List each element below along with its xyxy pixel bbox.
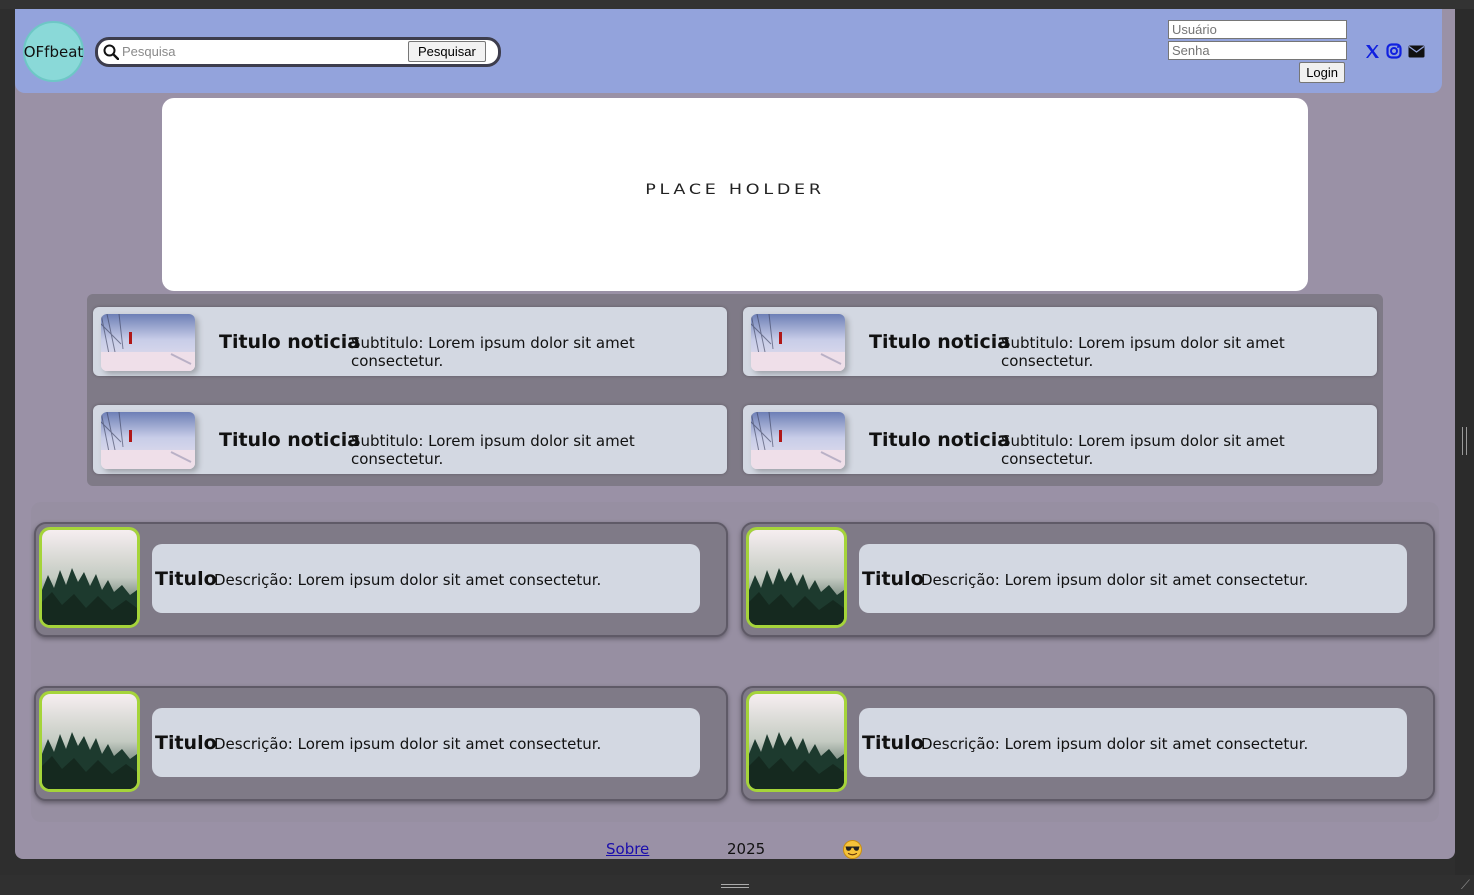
article-thumbnail <box>39 691 140 792</box>
article-body: Titulo Descrição: Lorem ipsum dolor sit … <box>152 708 700 777</box>
devtools-resize-bar[interactable] <box>1455 9 1474 875</box>
username-field[interactable] <box>1168 20 1347 39</box>
news-thumbnail <box>101 314 195 371</box>
banner-placeholder: PLACE HOLDER <box>162 98 1308 291</box>
password-field[interactable] <box>1168 41 1347 60</box>
article-description: Descrição: Lorem ipsum dolor sit amet co… <box>214 571 602 589</box>
news-subtitle: Subtitulo: Lorem ipsum dolor sit amet co… <box>1001 432 1285 468</box>
news-title: Titulo noticia <box>219 331 361 353</box>
resize-handle-icon[interactable] <box>1462 427 1467 455</box>
article-body: Titulo Descrição: Lorem ipsum dolor sit … <box>859 708 1407 777</box>
article-body: Titulo Descrição: Lorem ipsum dolor sit … <box>152 544 700 613</box>
bottom-resize-bar[interactable]: ⟋ <box>0 875 1474 895</box>
search-button[interactable]: Pesquisar <box>408 41 486 62</box>
article-title: Titulo <box>155 732 217 754</box>
site-header: OFfbeat Pesquisar Login <box>15 9 1442 93</box>
news-thumbnail <box>751 314 845 371</box>
article-card[interactable]: Titulo Descrição: Lorem ipsum dolor sit … <box>741 686 1435 801</box>
about-link[interactable]: Sobre <box>606 840 649 858</box>
article-body: Titulo Descrição: Lorem ipsum dolor sit … <box>859 544 1407 613</box>
article-card[interactable]: Titulo Descrição: Lorem ipsum dolor sit … <box>741 522 1435 637</box>
news-title: Titulo noticia <box>869 429 1011 451</box>
articles-section: Titulo Descrição: Lorem ipsum dolor sit … <box>31 502 1439 822</box>
article-thumbnail <box>39 527 140 628</box>
page: OFfbeat Pesquisar Login <box>15 9 1455 859</box>
banner-text: PLACE HOLDER <box>645 182 825 198</box>
search-bar: Pesquisar <box>95 37 501 67</box>
instagram-icon[interactable] <box>1386 43 1402 59</box>
drag-handle-icon[interactable] <box>721 884 749 888</box>
news-card[interactable]: Titulo noticia Subtitulo: Lorem ipsum do… <box>93 307 727 376</box>
resize-grip-icon[interactable]: ⟋ <box>1461 879 1470 892</box>
footer-year: 2025 <box>727 840 766 858</box>
news-card[interactable]: Titulo noticia Subtitulo: Lorem ipsum do… <box>93 405 727 474</box>
x-icon[interactable] <box>1365 44 1380 59</box>
news-title: Titulo noticia <box>219 429 361 451</box>
news-subtitle: Subtitulo: Lorem ipsum dolor sit amet co… <box>351 334 635 370</box>
news-card[interactable]: Titulo noticia Subtitulo: Lorem ipsum do… <box>743 307 1377 376</box>
login-button[interactable]: Login <box>1299 62 1345 83</box>
mail-icon[interactable] <box>1408 45 1425 58</box>
news-section: Titulo noticia Subtitulo: Lorem ipsum do… <box>87 294 1383 486</box>
site-logo[interactable]: OFfbeat <box>23 21 84 82</box>
article-thumbnail <box>746 691 847 792</box>
article-description: Descrição: Lorem ipsum dolor sit amet co… <box>921 735 1309 753</box>
sunglasses-emoji-icon <box>843 840 862 859</box>
article-title: Titulo <box>155 568 217 590</box>
news-thumbnail <box>751 412 845 469</box>
news-subtitle: Subtitulo: Lorem ipsum dolor sit amet co… <box>1001 334 1285 370</box>
social-links <box>1365 43 1425 59</box>
article-title: Titulo <box>862 732 924 754</box>
article-description: Descrição: Lorem ipsum dolor sit amet co… <box>214 735 602 753</box>
article-thumbnail <box>746 527 847 628</box>
article-title: Titulo <box>862 568 924 590</box>
news-title: Titulo noticia <box>869 331 1011 353</box>
login-form: Login <box>1168 20 1347 83</box>
article-card[interactable]: Titulo Descrição: Lorem ipsum dolor sit … <box>34 522 728 637</box>
news-card[interactable]: Titulo noticia Subtitulo: Lorem ipsum do… <box>743 405 1377 474</box>
news-subtitle: Subtitulo: Lorem ipsum dolor sit amet co… <box>351 432 635 468</box>
search-icon <box>103 44 119 60</box>
window-top-edge <box>0 0 1474 9</box>
article-card[interactable]: Titulo Descrição: Lorem ipsum dolor sit … <box>34 686 728 801</box>
article-description: Descrição: Lorem ipsum dolor sit amet co… <box>921 571 1309 589</box>
search-input[interactable] <box>120 41 406 62</box>
news-thumbnail <box>101 412 195 469</box>
